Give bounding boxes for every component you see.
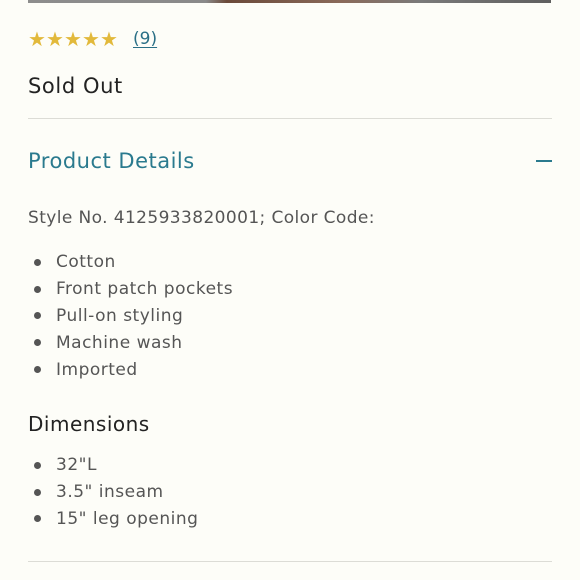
list-item: Pull-on styling	[28, 303, 233, 330]
list-item: 32"L	[28, 452, 198, 479]
list-item: Imported	[28, 356, 233, 383]
list-item-text: 3.5" inseam	[56, 482, 164, 503]
list-item-text: Cotton	[56, 252, 116, 273]
bullet-icon	[34, 461, 41, 469]
minus-icon[interactable]	[536, 152, 552, 170]
bullet-icon	[34, 366, 41, 374]
feature-list: Cotton Front patch pockets Pull-on styli…	[28, 249, 233, 383]
section-title: Product Details	[28, 149, 195, 173]
star-icon: ★	[64, 27, 82, 51]
list-item-text: Imported	[56, 359, 138, 380]
product-image-edge	[28, 0, 551, 3]
list-item-text: 15" leg opening	[56, 508, 199, 529]
rating-row: ★ ★ ★ ★ ★ (9)	[28, 27, 157, 51]
list-item: 15" leg opening	[28, 506, 198, 533]
star-icon: ★	[46, 27, 64, 51]
divider	[28, 118, 552, 119]
list-item: 3.5" inseam	[28, 479, 198, 506]
star-icon: ★	[100, 27, 118, 51]
bullet-icon	[34, 515, 41, 523]
list-item-text: Pull-on styling	[56, 305, 184, 326]
dimensions-list: 32"L 3.5" inseam 15" leg opening	[28, 452, 198, 532]
list-item-text: 32"L	[56, 455, 97, 476]
star-icon: ★	[28, 27, 46, 51]
star-rating: ★ ★ ★ ★ ★	[28, 27, 118, 51]
list-item-text: Machine wash	[56, 332, 183, 353]
dimensions-heading: Dimensions	[28, 412, 150, 436]
bullet-icon	[34, 312, 41, 320]
review-count-link[interactable]: (9)	[133, 27, 157, 51]
list-item: Front patch pockets	[28, 276, 233, 303]
availability-status: Sold Out	[28, 74, 123, 98]
divider	[28, 561, 552, 562]
bullet-icon	[34, 339, 41, 347]
bullet-icon	[34, 285, 41, 293]
bullet-icon	[34, 258, 41, 266]
bullet-icon	[34, 488, 41, 496]
product-details-accordion-header[interactable]: Product Details	[28, 145, 552, 177]
list-item: Cotton	[28, 249, 233, 276]
star-icon: ★	[82, 27, 100, 51]
list-item: Machine wash	[28, 329, 233, 356]
style-number: Style No. 4125933820001; Color Code:	[28, 208, 375, 228]
list-item-text: Front patch pockets	[56, 279, 234, 300]
